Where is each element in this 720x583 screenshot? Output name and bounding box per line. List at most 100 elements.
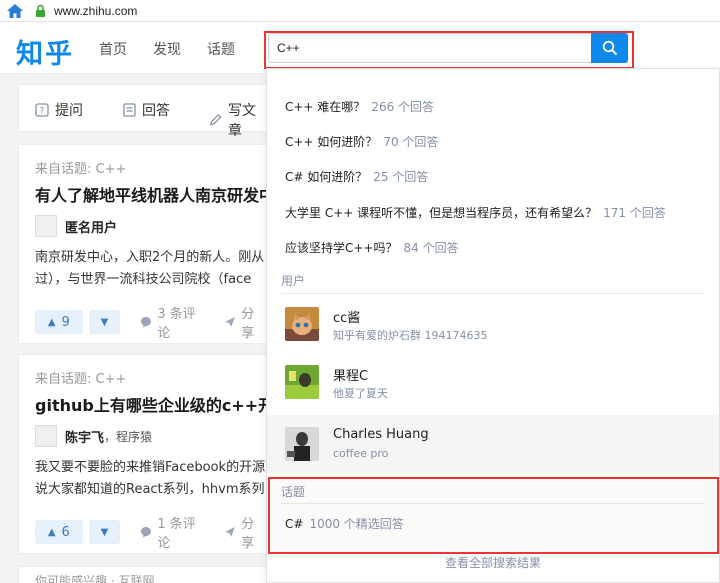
view-all-results-link[interactable]: 查看全部搜索结果: [267, 554, 719, 571]
share-label: 分享: [241, 307, 255, 341]
zhihu-logo[interactable]: 知乎: [16, 32, 74, 71]
topic-answer-count: 1000 个精选回答: [309, 517, 404, 531]
author-name[interactable]: 陈宇飞: [65, 427, 104, 446]
address-url[interactable]: www.zhihu.com: [54, 4, 137, 18]
avatar[interactable]: [35, 215, 57, 237]
feed-question-title[interactable]: github上有哪些企业级的c++开源: [35, 392, 267, 416]
feed-more-label[interactable]: 你可能感兴趣 · 互联网: [35, 572, 154, 583]
suggestion-topic[interactable]: C# 1000 个精选回答: [285, 515, 404, 532]
downvote-button[interactable]: ▼: [88, 520, 121, 544]
suggestion-question[interactable]: 应该坚持学C++吗？ 84 个回答: [285, 239, 459, 256]
nav-topics[interactable]: 话题: [207, 39, 235, 59]
user-description: coffee pro: [333, 447, 389, 460]
feed-actions: ▲ 9 ▼ 3 条评论 分享: [35, 303, 267, 341]
avatar[interactable]: [35, 425, 57, 447]
comments-button[interactable]: 3 条评论: [140, 303, 208, 341]
feed-source-topic[interactable]: 来自话题: C++: [35, 158, 126, 177]
user-name: cc酱: [333, 311, 361, 326]
share-button[interactable]: 分享: [224, 303, 267, 341]
pencil-icon: [209, 114, 222, 126]
suggestion-user[interactable]: 果程C 他夏了夏天: [267, 353, 719, 411]
suggestion-answer-count: 70 个回答: [383, 135, 439, 149]
avatar: [285, 365, 319, 399]
suggestion-question-text: C# 如何进阶？: [285, 170, 368, 184]
upvote-button[interactable]: ▲ 9: [35, 310, 83, 334]
suggestion-answer-count: 25 个回答: [373, 170, 429, 184]
topics-section: 话题 C# 1000 个精选回答: [267, 479, 719, 559]
feed-actions: ▲ 6 ▼ 1 条评论 分享: [35, 513, 267, 551]
nav-discover[interactable]: 发现: [153, 39, 181, 59]
triangle-up-icon: ▲: [47, 526, 56, 538]
suggestion-question-text: 应该坚持学C++吗？: [285, 241, 398, 255]
divider: [281, 293, 705, 294]
feed-author: 匿名用户: [35, 215, 117, 237]
browser-address-bar: www.zhihu.com: [0, 0, 720, 22]
avatar: [285, 427, 319, 461]
comment-icon: [141, 317, 152, 328]
write-article-label: 写文章: [228, 103, 256, 139]
topics-section-title: 话题: [281, 485, 306, 499]
suggestion-question[interactable]: C# 如何进阶？ 25 个回答: [285, 168, 428, 185]
write-article-button[interactable]: 写文章: [209, 100, 267, 140]
suggestion-question-text: C++ 如何进阶？: [285, 135, 378, 149]
feed-excerpt[interactable]: 我又要不要脸的来推销Facebook的开源说大家都知道的React系列，hhvm…: [35, 457, 267, 501]
triangle-down-icon: ▼: [100, 526, 109, 538]
feed-author: 陈宇飞 ，程序猿: [35, 425, 152, 447]
feed-item: 你可能感兴趣 · 互联网: [18, 566, 268, 583]
user-description: 他夏了夏天: [333, 387, 388, 400]
nav-home[interactable]: 首页: [99, 39, 127, 59]
ask-question-button[interactable]: ? 提问: [35, 100, 83, 120]
feed-item: 来自话题: C++ github上有哪些企业级的c++开源 陈宇飞 ，程序猿 我…: [18, 354, 268, 554]
avatar: [285, 307, 319, 341]
lock-icon: [30, 0, 50, 22]
comments-label: 3 条评论: [157, 307, 196, 341]
comments-label: 1 条评论: [157, 517, 196, 551]
author-tagline: ，程序猿: [104, 429, 153, 444]
question-icon: ?: [35, 103, 49, 117]
site-header: 知乎 首页 发现 话题: [0, 22, 720, 74]
feed-excerpt[interactable]: 南京研发中心，入职2个月的新人。刚从过），与世界一流科技公司院校（face: [35, 247, 267, 291]
ask-question-label: 提问: [55, 103, 83, 119]
feed-item: 来自话题: C++ 有人了解地平线机器人南京研发中心 匿名用户 南京研发中心，入…: [18, 144, 268, 344]
share-icon: [225, 527, 236, 537]
home-icon[interactable]: [0, 0, 30, 22]
suggestion-question[interactable]: C++ 如何进阶？ 70 个回答: [285, 133, 438, 150]
author-name[interactable]: 匿名用户: [65, 217, 117, 236]
comment-icon: [141, 527, 152, 538]
triangle-up-icon: ▲: [47, 316, 56, 328]
search-button[interactable]: [591, 33, 628, 63]
answer-button[interactable]: 回答: [123, 100, 170, 120]
search-box: [268, 33, 628, 63]
share-label: 分享: [241, 517, 255, 551]
action-bar: ? 提问 回答 写文章: [18, 84, 268, 139]
suggestion-question-text: 大学里 C++ 课程听不懂，但是想当程序员，还有希望么？: [285, 206, 598, 220]
search-suggestions-dropdown: C++ 难在哪？ 266 个回答 C++ 如何进阶？ 70 个回答 C# 如何进阶？…: [266, 68, 720, 583]
suggestion-answer-count: 84 个回答: [403, 241, 459, 255]
share-icon: [225, 317, 236, 327]
downvote-button[interactable]: ▼: [88, 310, 121, 334]
answer-icon: [123, 103, 136, 117]
upvote-count: 6: [61, 524, 70, 540]
share-button[interactable]: 分享: [224, 513, 267, 551]
suggestion-answer-count: 171 个回答: [603, 206, 666, 220]
user-description: 知乎有爱的炉石群 194174635: [333, 329, 488, 342]
search-input[interactable]: [269, 34, 589, 62]
suggestion-user[interactable]: cc酱 知乎有爱的炉石群 194174635: [267, 295, 719, 353]
users-section-title: 用户: [281, 274, 306, 288]
suggestion-question[interactable]: 大学里 C++ 课程听不懂，但是想当程序员，还有希望么？ 171 个回答: [285, 204, 666, 221]
user-name: Charles Huang: [333, 427, 429, 442]
feed-source-topic[interactable]: 来自话题: C++: [35, 368, 126, 387]
topic-name: C#: [285, 517, 304, 531]
search-icon: [602, 40, 617, 56]
comments-button[interactable]: 1 条评论: [140, 513, 208, 551]
suggestion-answer-count: 266 个回答: [371, 100, 435, 114]
upvote-button[interactable]: ▲ 6: [35, 520, 83, 544]
svg-text:?: ?: [40, 107, 45, 117]
upvote-count: 9: [61, 314, 70, 330]
suggestion-question[interactable]: C++ 难在哪？ 266 个回答: [285, 98, 434, 115]
triangle-down-icon: ▼: [100, 316, 109, 328]
suggestion-user[interactable]: Charles Huang coffee pro: [267, 415, 719, 473]
feed-question-title[interactable]: 有人了解地平线机器人南京研发中心: [35, 182, 267, 206]
user-name: 果程C: [333, 369, 369, 384]
divider: [281, 503, 705, 504]
